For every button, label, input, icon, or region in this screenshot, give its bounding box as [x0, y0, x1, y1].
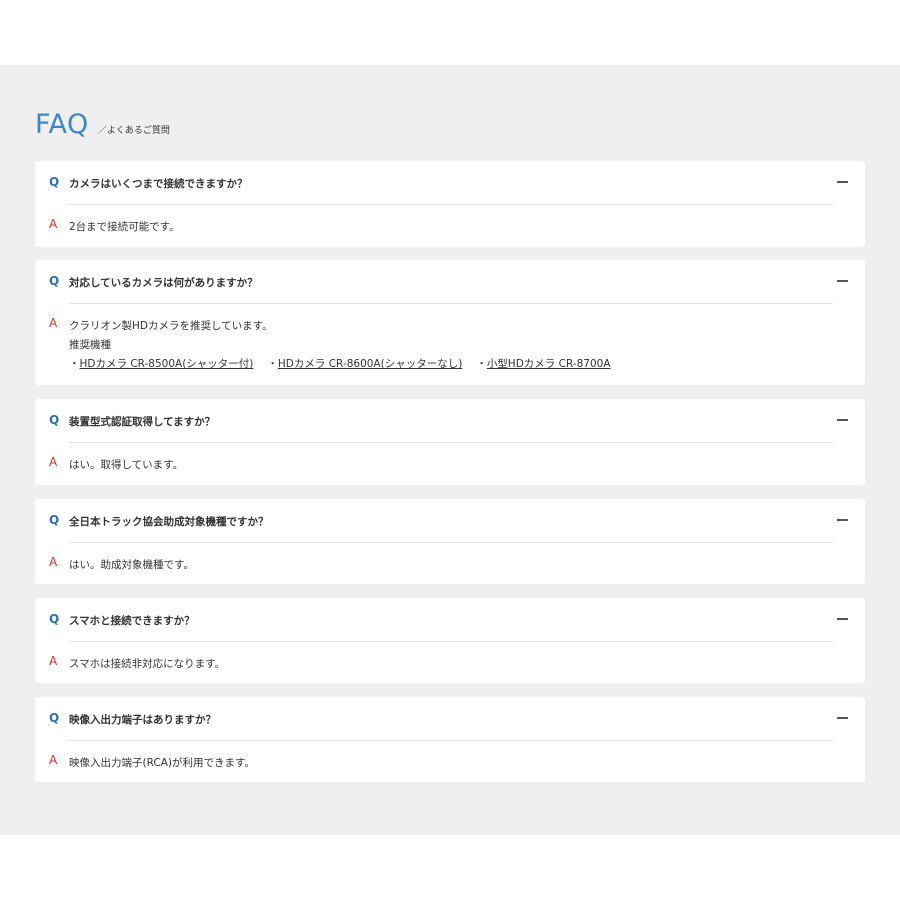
answer-line: クラリオン製HDカメラを推奨しています。 [69, 320, 273, 332]
faq-heading: FAQ ／よくあるご質問 [35, 110, 170, 140]
model-link-cr-8600a[interactable]: HDカメラ CR-8600A(シャッターなし) [278, 358, 462, 370]
collapse-minus-icon[interactable] [835, 274, 849, 288]
model-link-item: ・HDカメラ CR-8600A(シャッターなし) [267, 355, 462, 374]
question-text: 装置型式認証取得してますか？ [69, 416, 216, 428]
bullet: ・ [476, 358, 487, 370]
question-text: 全日本トラック協会助成対象機種ですか？ [69, 516, 269, 528]
faq-item-2: Q 対応しているカメラは何がありますか？ A クラリオン製HDカメラを推奨してい… [35, 260, 865, 385]
question-mark: Q [49, 711, 60, 725]
collapse-minus-icon[interactable] [835, 513, 849, 527]
answer-text: クラリオン製HDカメラを推奨しています。 推奨機種 ・HDカメラ CR-8500… [69, 317, 625, 374]
answer-mark: A [49, 555, 58, 569]
answer-line: はい。助成対象機種です。 [69, 559, 194, 571]
faq-question-3[interactable]: Q 装置型式認証取得してますか？ [35, 399, 865, 443]
answer-text: スマホは接続非対応になります。 [69, 655, 225, 674]
faq-item-1: Q カメラはいくつまで接続できますか？ A 2台まで接続可能です。 [35, 161, 865, 247]
answer-line: 2台まで接続可能です。 [69, 221, 180, 233]
divider [69, 542, 833, 543]
answer-text: 映像入出力端子(RCA)が利用できます。 [69, 754, 255, 773]
page-subtitle: ／よくあるご質問 [97, 126, 170, 136]
collapse-minus-icon[interactable] [835, 413, 849, 427]
answer-text: はい。取得しています。 [69, 456, 183, 475]
divider [69, 204, 833, 205]
answer-line: スマホは接続非対応になります。 [69, 658, 226, 670]
model-link-item: ・小型HDカメラ CR-8700A [476, 355, 610, 374]
faq-item-6: Q 映像入出力端子はありますか？ A 映像入出力端子(RCA)が利用できます。 [35, 697, 865, 782]
collapse-minus-icon[interactable] [835, 175, 849, 189]
collapse-minus-icon[interactable] [835, 612, 849, 626]
question-mark: Q [49, 175, 60, 189]
page-title: FAQ [35, 109, 89, 140]
answer-text: 2台まで接続可能です。 [69, 218, 180, 237]
faq-item-4: Q 全日本トラック協会助成対象機種ですか？ A はい。助成対象機種です。 [35, 499, 865, 584]
question-text: カメラはいくつまで接続できますか？ [69, 178, 248, 190]
divider [69, 641, 833, 642]
question-mark: Q [49, 413, 60, 427]
question-text: 対応しているカメラは何がありますか？ [69, 277, 258, 289]
faq-item-3: Q 装置型式認証取得してますか？ A はい。取得しています。 [35, 399, 865, 485]
bullet: ・ [69, 358, 80, 370]
question-text: スマホと接続できますか？ [69, 615, 195, 627]
answer-mark: A [49, 217, 58, 231]
model-links: ・HDカメラ CR-8500A(シャッター付) ・HDカメラ CR-8600A(… [69, 355, 625, 374]
answer-text: はい。助成対象機種です。 [69, 556, 194, 575]
answer-mark: A [49, 316, 58, 330]
bullet: ・ [267, 358, 278, 370]
answer-mark: A [49, 753, 58, 767]
divider [69, 740, 833, 741]
collapse-minus-icon[interactable] [835, 711, 849, 725]
recommended-models-label: 推奨機種 [69, 339, 111, 351]
divider [69, 303, 833, 304]
question-mark: Q [49, 274, 60, 288]
model-link-cr-8500a[interactable]: HDカメラ CR-8500A(シャッター付) [80, 358, 254, 370]
answer-line: 映像入出力端子(RCA)が利用できます。 [69, 757, 255, 769]
model-link-cr-8700a[interactable]: 小型HDカメラ CR-8700A [487, 358, 611, 370]
faq-item-5: Q スマホと接続できますか？ A スマホは接続非対応になります。 [35, 598, 865, 683]
model-link-item: ・HDカメラ CR-8500A(シャッター付) [69, 355, 253, 374]
faq-question-1[interactable]: Q カメラはいくつまで接続できますか？ [35, 161, 865, 205]
answer-mark: A [49, 654, 58, 668]
question-mark: Q [49, 513, 60, 527]
answer-mark: A [49, 455, 58, 469]
faq-question-6[interactable]: Q 映像入出力端子はありますか？ [35, 697, 865, 741]
answer-line: はい。取得しています。 [69, 459, 184, 471]
faq-question-4[interactable]: Q 全日本トラック協会助成対象機種ですか？ [35, 499, 865, 543]
question-text: 映像入出力端子はありますか？ [69, 714, 216, 726]
faq-question-2[interactable]: Q 対応しているカメラは何がありますか？ [35, 260, 865, 304]
question-mark: Q [49, 612, 60, 626]
faq-question-5[interactable]: Q スマホと接続できますか？ [35, 598, 865, 642]
divider [69, 442, 833, 443]
